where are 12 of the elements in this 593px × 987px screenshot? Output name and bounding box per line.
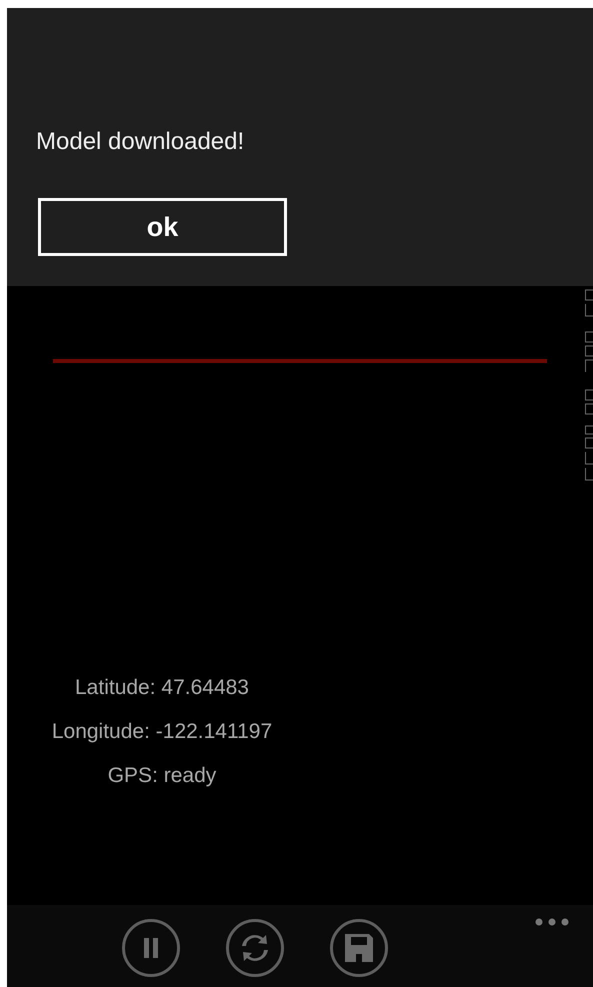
pause-icon: [143, 938, 159, 958]
pause-button[interactable]: [122, 919, 180, 977]
floppy-icon: [345, 934, 373, 962]
more-icon[interactable]: [535, 918, 569, 926]
refresh-icon: [242, 933, 268, 963]
dialog-message: Model downloaded!: [36, 128, 244, 156]
refresh-button[interactable]: [226, 919, 284, 977]
location-text: Latitude: 47.64483: [75, 675, 249, 701]
save-button[interactable]: [330, 919, 388, 977]
ok-button[interactable]: ok: [38, 198, 287, 256]
location-text: GPS: ready: [108, 763, 216, 789]
location-text: Longitude: -122.141197: [52, 719, 272, 745]
